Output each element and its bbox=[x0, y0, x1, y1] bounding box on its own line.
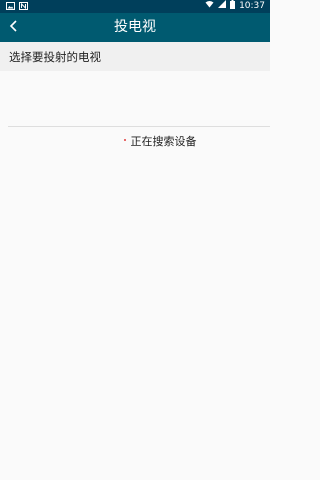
battery-icon bbox=[230, 0, 236, 14]
status-bar: 10:37 bbox=[0, 0, 270, 13]
loading-dot-icon bbox=[123, 139, 126, 141]
wifi-icon bbox=[205, 0, 214, 13]
section-header-label: 选择要投射的电视 bbox=[9, 50, 101, 64]
searching-text: 正在搜索设备 bbox=[130, 135, 197, 148]
status-right-icons: 10:37 bbox=[205, 0, 265, 13]
divider bbox=[8, 126, 270, 127]
searching-status: 正在搜索设备 bbox=[0, 133, 320, 149]
signal-icon bbox=[218, 0, 227, 13]
app-bar: 投电视 bbox=[0, 13, 270, 42]
section-header: 选择要投射的电视 bbox=[0, 42, 270, 71]
status-time: 10:37 bbox=[239, 1, 265, 11]
page-title: 投电视 bbox=[114, 19, 156, 35]
